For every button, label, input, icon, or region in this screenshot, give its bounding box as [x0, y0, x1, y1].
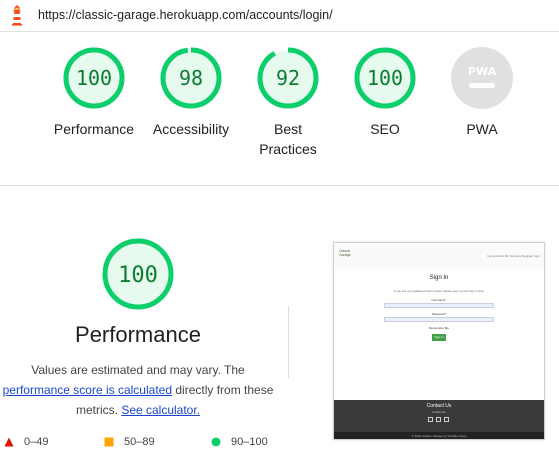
gauge-accessibility[interactable]: 98 Accessibility [141, 45, 241, 139]
thumb-logo: Classic Garage [339, 249, 351, 257]
thumb-instagram-icon [444, 417, 449, 422]
final-screenshot-thumbnail[interactable]: Classic Garage Home About My Services Re… [333, 242, 545, 440]
thumb-copyright: © 2022 Classic Garage by Vivchko Puppi [334, 432, 544, 439]
thumb-twitter-icon [436, 417, 441, 422]
gauge-label-seo: SEO [370, 121, 400, 137]
gauge-performance[interactable]: 100 Performance [44, 45, 144, 139]
score-calculated-link[interactable]: performance score is calculated [3, 383, 172, 397]
thumb-username-label: Username* [431, 298, 447, 302]
thumb-facebook-icon [428, 417, 433, 422]
gauge-score-performance: 100 [76, 66, 112, 90]
desc-text-1: Values are estimated and may vary. The [31, 363, 245, 377]
legend-average: 50–89 [104, 436, 155, 448]
page-url: https://classic-garage.herokuapp.com/acc… [38, 8, 333, 22]
performance-description: Values are estimated and may vary. The p… [0, 360, 276, 420]
vertical-divider [288, 306, 289, 378]
thumb-signin-button: Sign In [432, 334, 446, 341]
square-icon [104, 437, 114, 447]
thumb-signin-subtitle: If you are not registered with us then p… [393, 289, 485, 293]
performance-score-gauge: 100 [102, 238, 174, 310]
thumb-remember-label: Remember Me [429, 326, 449, 330]
gauge-score-seo: 100 [367, 66, 403, 90]
performance-title: Performance [75, 322, 201, 347]
gauge-ring-seo: 100 [354, 47, 416, 109]
thumb-signin-title: Sign In [429, 275, 449, 281]
legend-fail: 0–49 [4, 436, 48, 448]
gauge-score-accessibility: 98 [179, 66, 203, 90]
gauge-ring-performance: 100 [63, 47, 125, 109]
thumb-navbar: Classic Garage Home About My Services Re… [334, 243, 544, 269]
pwa-badge-text: PWA [468, 65, 497, 78]
gauge-ring-best-practices: 92 [257, 47, 319, 109]
gauge-pwa[interactable]: PWA PWA [432, 45, 532, 139]
thumb-nav-links: Home About My Services Register Sign [487, 254, 540, 258]
legend-fail-range: 0–49 [24, 436, 49, 448]
lighthouse-logo-icon [12, 5, 22, 26]
thumb-password-label: Password* [431, 312, 447, 316]
gauge-ring-accessibility: 98 [160, 47, 222, 109]
see-calculator-link[interactable]: See calculator. [121, 403, 200, 417]
pwa-badge-icon: PWA [451, 47, 513, 109]
thumb-footer-sub: Follow Us [432, 410, 446, 414]
legend-pass-range: 90–100 [231, 436, 268, 448]
thumb-footer-title: Contact Us [426, 403, 452, 409]
triangle-icon [4, 437, 14, 447]
circle-icon [211, 437, 221, 447]
gauge-label-performance: Performance [53, 121, 135, 137]
category-gauges: 100 Performance 98 Accessibility 92 Best… [0, 45, 559, 175]
section-divider [0, 185, 559, 186]
gauge-label-accessibility: Accessibility [152, 121, 230, 137]
gauge-seo[interactable]: 100 SEO [335, 45, 435, 139]
performance-score-value: 100 [118, 263, 158, 288]
gauge-best-practices[interactable]: 92 Best Practices [238, 45, 338, 159]
thumb-username-input [384, 303, 494, 308]
gauge-score-best-practices: 92 [276, 66, 300, 90]
legend-average-range: 50–89 [124, 436, 155, 448]
score-legend: 0–49 50–89 90–100 [0, 436, 290, 452]
thumb-password-input [384, 317, 494, 322]
gauge-label-pwa: PWA [466, 121, 498, 137]
gauge-label-best-practices: Best Practices [259, 121, 317, 157]
thumb-footer: Contact Us Follow Us [334, 400, 544, 432]
legend-pass: 90–100 [211, 436, 268, 448]
url-bar: https://classic-garage.herokuapp.com/acc… [0, 0, 559, 32]
